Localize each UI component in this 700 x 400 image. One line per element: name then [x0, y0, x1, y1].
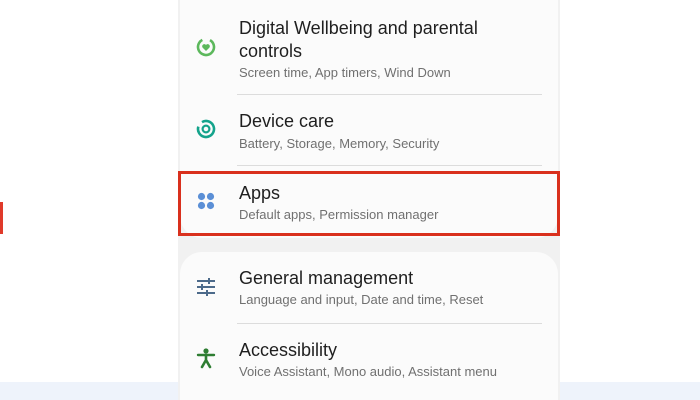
settings-item-title: Apps — [239, 183, 281, 203]
settings-item-subtitle: Screen time, App timers, Wind Down — [239, 65, 451, 80]
settings-item-subtitle: Default apps, Permission manager — [239, 207, 439, 222]
accessibility-icon — [194, 346, 218, 370]
settings-item-title: General management — [239, 268, 414, 288]
settings-item-title: Device care — [239, 111, 335, 131]
settings-item-title: Digital Wellbeing and parental — [239, 18, 478, 38]
general-management-icon — [194, 275, 218, 299]
settings-item-subtitle: Battery, Storage, Memory, Security — [239, 136, 440, 151]
settings-card-bottom: General management Language and input, D… — [180, 252, 558, 400]
settings-item-subtitle: Voice Assistant, Mono audio, Assistant m… — [239, 364, 497, 379]
settings-item-apps[interactable]: Apps Default apps, Permission manager — [180, 172, 558, 236]
settings-item-digital-wellbeing[interactable]: Digital Wellbeing and parental controls … — [180, 0, 558, 94]
settings-item-subtitle: Language and input, Date and time, Reset — [239, 292, 484, 307]
settings-screen: Digital Wellbeing and parental controls … — [178, 0, 560, 400]
digital-wellbeing-icon — [194, 35, 218, 59]
settings-item-title-line2: controls — [239, 41, 303, 61]
edge-marker — [0, 202, 3, 234]
settings-card-top: Digital Wellbeing and parental controls … — [180, 0, 558, 238]
settings-item-device-care[interactable]: Device care Battery, Storage, Memory, Se… — [180, 95, 558, 165]
settings-item-general-management[interactable]: General management Language and input, D… — [180, 252, 558, 322]
settings-item-title: Accessibility — [239, 340, 338, 360]
apps-icon — [194, 189, 218, 213]
device-care-icon — [194, 117, 218, 141]
divider — [237, 165, 542, 166]
settings-item-accessibility[interactable]: Accessibility Voice Assistant, Mono audi… — [180, 324, 558, 400]
